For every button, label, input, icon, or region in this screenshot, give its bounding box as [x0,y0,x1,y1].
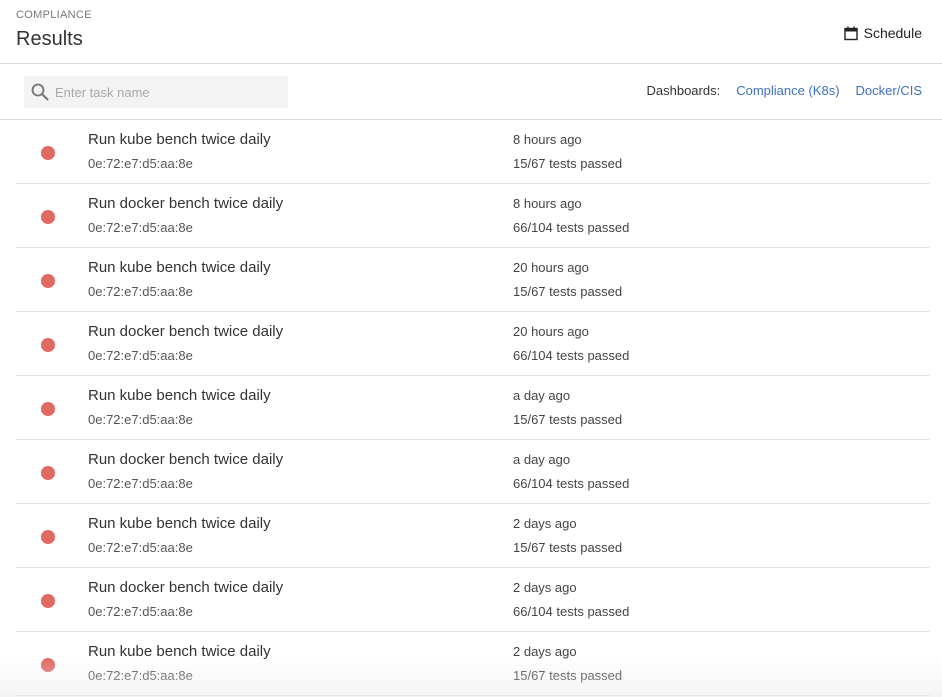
task-result: 15/67 tests passed [513,284,623,299]
search-input[interactable] [55,84,275,100]
task-name: Run docker bench twice daily [88,323,284,340]
dashboards-links: Dashboards: Compliance (K8s) Docker/CIS [646,83,922,98]
task-name: Run kube bench twice daily [88,387,271,404]
task-time: 20 hours ago [513,260,589,275]
status-dot [41,466,55,480]
compliance-results-page: COMPLIANCE Results Schedule Enter task n… [0,0,942,697]
task-time: 8 hours ago [513,196,582,211]
status-dot [41,658,55,672]
page-header: COMPLIANCE Results Schedule [0,0,942,64]
task-result: 66/104 tests passed [513,476,630,491]
task-id: 0e:72:e7:d5:aa:8e [88,604,193,619]
task-id: 0e:72:e7:d5:aa:8e [88,412,193,427]
section-label: COMPLIANCE [16,9,92,21]
task-row[interactable]: Run kube bench twice daily 0e:72:e7:d5:a… [16,120,930,184]
task-result: 15/67 tests passed [513,156,623,171]
task-row[interactable]: Run kube bench twice daily 0e:72:e7:d5:a… [16,248,930,312]
task-id: 0e:72:e7:d5:aa:8e [88,156,193,171]
task-time: 2 days ago [513,580,577,595]
status-dot [41,594,55,608]
status-dot [41,210,55,224]
task-id: 0e:72:e7:d5:aa:8e [88,220,193,235]
task-row[interactable]: Run kube bench twice daily 0e:72:e7:d5:a… [16,504,930,568]
task-row[interactable]: Run docker bench twice daily 0e:72:e7:d5… [16,440,930,504]
task-id: 0e:72:e7:d5:aa:8e [88,284,193,299]
schedule-button[interactable]: Schedule [843,22,922,44]
status-dot [41,274,55,288]
calendar-icon [843,26,858,41]
search-icon [31,83,49,101]
task-name: Run kube bench twice daily [88,643,271,660]
task-result: 66/104 tests passed [513,604,630,619]
status-dot [41,402,55,416]
task-time: 2 days ago [513,644,577,659]
task-name: Run docker bench twice daily [88,195,284,212]
task-time: 2 days ago [513,516,577,531]
status-dot [41,146,55,160]
task-row[interactable]: Run kube bench twice daily 0e:72:e7:d5:a… [16,376,930,440]
task-time: 20 hours ago [513,324,589,339]
task-row[interactable]: Run docker bench twice daily 0e:72:e7:d5… [16,568,930,632]
search-box[interactable] [24,76,288,108]
dashboards-label: Dashboards: [646,83,721,98]
task-result: 66/104 tests passed [513,348,630,363]
task-result: 15/67 tests passed [513,412,623,427]
task-id: 0e:72:e7:d5:aa:8e [88,540,193,555]
page-title: Results [16,28,83,50]
task-name: Run kube bench twice daily [88,131,271,148]
task-name: Run kube bench twice daily [88,515,271,532]
task-time: 8 hours ago [513,132,582,147]
status-dot [41,338,55,352]
dashboard-link-compliance-k8s[interactable]: Compliance (K8s) [736,83,839,98]
schedule-label: Schedule [863,25,922,41]
task-id: 0e:72:e7:d5:aa:8e [88,668,193,683]
task-time: a day ago [513,388,571,403]
task-result: 15/67 tests passed [513,668,623,683]
task-name: Run docker bench twice daily [88,451,284,468]
task-row[interactable]: Run docker bench twice daily 0e:72:e7:d5… [16,312,930,376]
toolbar: Dashboards: Compliance (K8s) Docker/CIS [0,64,942,120]
task-id: 0e:72:e7:d5:aa:8e [88,348,193,363]
task-name: Run docker bench twice daily [88,579,284,596]
task-list: Run kube bench twice daily 0e:72:e7:d5:a… [16,120,930,696]
task-result: 15/67 tests passed [513,540,623,555]
task-row[interactable]: Run docker bench twice daily 0e:72:e7:d5… [16,184,930,248]
task-time: a day ago [513,452,571,467]
task-id: 0e:72:e7:d5:aa:8e [88,476,193,491]
task-row[interactable]: Run kube bench twice daily 0e:72:e7:d5:a… [16,632,930,696]
status-dot [41,530,55,544]
dashboard-link-docker-cis[interactable]: Docker/CIS [856,83,922,98]
task-name: Run kube bench twice daily [88,259,271,276]
task-result: 66/104 tests passed [513,220,630,235]
